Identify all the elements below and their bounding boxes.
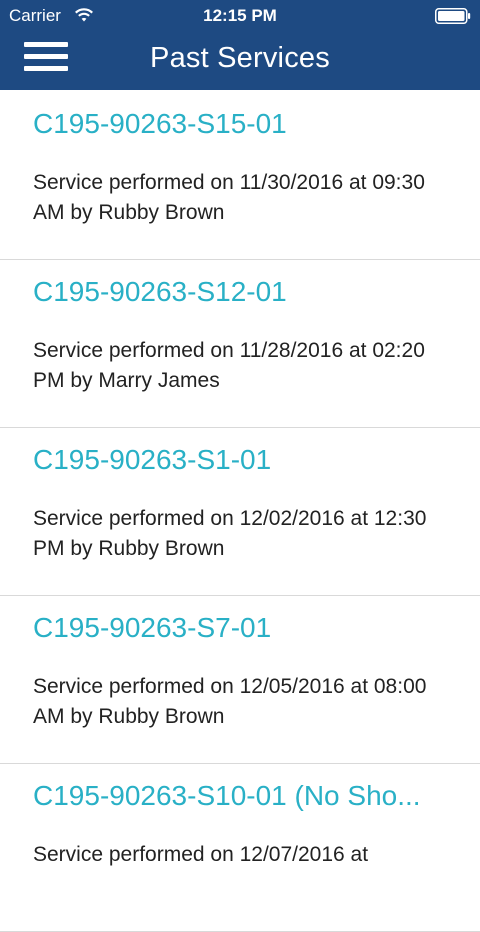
service-description: Service performed on 12/07/2016 at [33, 843, 369, 866]
service-id: C195-90263-S15-01 [33, 108, 287, 139]
list-item[interactable]: C195-90263-S1-01 Service performed on 12… [0, 428, 480, 596]
list-item[interactable]: C195-90263-S12-01 Service performed on 1… [0, 260, 480, 428]
status-bar: Carrier 12:15 PM [0, 0, 480, 32]
service-description: Service performed on 11/28/2016 at 02:20… [33, 339, 425, 392]
service-description: Service performed on 12/02/2016 at 12:30… [33, 507, 427, 560]
service-id: C195-90263-S10-01 (No Sho... [33, 780, 421, 811]
past-services-list: C195-90263-S15-01 Service performed on 1… [0, 92, 480, 932]
app-header: Carrier 12:15 PM Past Services [0, 0, 480, 90]
service-id: C195-90263-S12-01 [33, 276, 287, 307]
status-time: 12:15 PM [203, 6, 277, 25]
nav-bar: Past Services [0, 32, 480, 90]
page-title: Past Services [150, 42, 330, 74]
service-id: C195-90263-S1-01 [33, 444, 272, 475]
service-id: C195-90263-S7-01 [33, 612, 272, 643]
list-item[interactable]: C195-90263-S10-01 (No Sho... Service per… [0, 764, 480, 932]
service-description: Service performed on 11/30/2016 at 09:30… [33, 171, 425, 224]
list-item[interactable]: C195-90263-S15-01 Service performed on 1… [0, 92, 480, 260]
list-item[interactable]: C195-90263-S7-01 Service performed on 12… [0, 596, 480, 764]
battery-icon [435, 8, 471, 24]
service-description: Service performed on 12/05/2016 at 08:00… [33, 675, 427, 728]
